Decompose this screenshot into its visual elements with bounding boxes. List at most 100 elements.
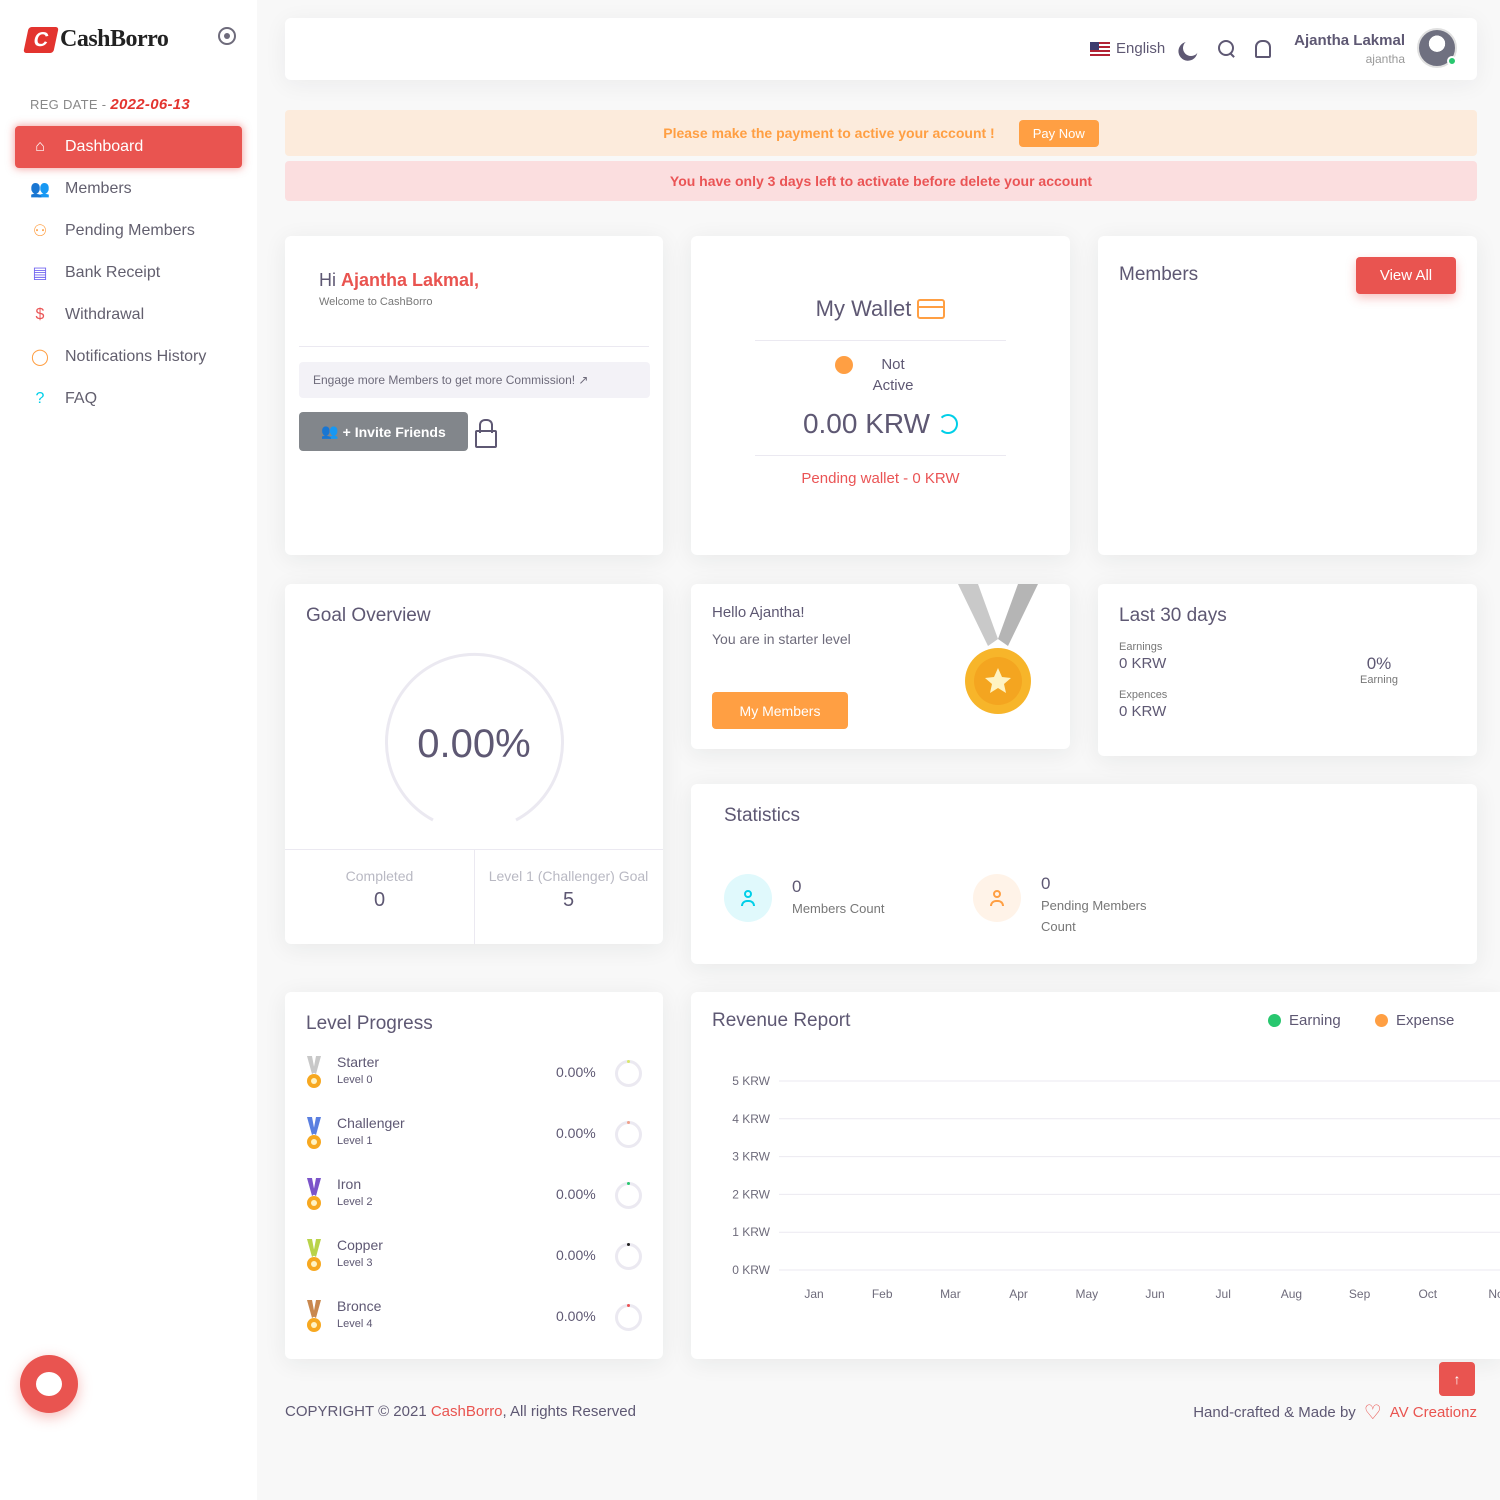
pending-members-label: Pending Members Count [1041, 898, 1147, 934]
refresh-icon[interactable] [938, 414, 959, 434]
greeting-name: Ajantha Lakmal, [341, 270, 480, 290]
members-count-label: Members Count [792, 901, 885, 916]
logo-mark-icon: C [23, 26, 59, 53]
invite-friends-button[interactable]: 👥 + Invite Friends [299, 412, 468, 451]
dark-mode-icon[interactable] [1181, 38, 1203, 60]
level-number: Level 1 [337, 1135, 373, 1147]
greeting: Hi Ajantha Lakmal, [319, 270, 479, 291]
sidebar-item-notifications-history[interactable]: ◯ Notifications History [15, 336, 242, 378]
chart-x-tick-label: Jun [1145, 1287, 1164, 1301]
goal-overview-card: Goal Overview 0.00% Completed 0 Level 1 … [285, 584, 663, 944]
medal-icon [958, 584, 1038, 714]
notification-bell-icon[interactable] [1251, 38, 1273, 60]
sidebar-item-bank-receipt[interactable]: ▤ Bank Receipt [15, 252, 242, 294]
user-handle: ajantha [1365, 52, 1405, 66]
sidebar: C CashBorro REG DATE - 2022-06-13 ⌂ Dashb… [0, 0, 257, 1500]
chart-x-tick-label: Oct [1418, 1287, 1437, 1301]
level-progress-card: Level Progress Starter Level 0 0.00% Challe… [285, 992, 663, 1359]
level-percent: 0.00% [556, 1125, 596, 1141]
expences-label: Expences [1119, 689, 1168, 701]
level-row: Iron Level 2 0.00% [306, 1176, 646, 1216]
maker-link[interactable]: AV Creationz [1390, 1404, 1477, 1421]
payment-alert-text: Please make the payment to active your a… [663, 125, 995, 141]
sidebar-item-label: Withdrawal [65, 306, 145, 323]
chat-widget-button[interactable] [20, 1355, 78, 1413]
goal-target-value: 5 [562, 889, 575, 911]
chart-x-tick-label: Feb [872, 1287, 893, 1301]
pay-now-button[interactable]: Pay Now [1018, 119, 1099, 147]
level-row: Bronce Level 4 0.00% [306, 1298, 646, 1338]
status-dot-icon [835, 356, 853, 374]
chart-y-tick-label: 1 KRW [732, 1225, 770, 1239]
user-menu[interactable]: Ajantha Lakmal ajantha [1294, 32, 1405, 66]
goal-target-label: Level 1 (Challenger) Goal [488, 868, 649, 884]
chart-x-tick-label: Apr [1009, 1287, 1028, 1301]
reg-date: REG DATE - 2022-06-13 [30, 96, 190, 113]
sidebar-item-withdrawal[interactable]: $ Withdrawal [15, 294, 242, 336]
sidebar-item-dashboard[interactable]: ⌂ Dashboard [15, 126, 242, 168]
users-icon: 👥 [30, 181, 50, 198]
arrow-up-icon: ↑ [1453, 1371, 1461, 1387]
level-percent: 0.00% [556, 1308, 596, 1324]
language-selector[interactable]: English [1090, 40, 1165, 57]
level-percent: 0.00% [556, 1247, 596, 1263]
chart-x-tick-label: Sep [1349, 1287, 1371, 1301]
footer-brand-link[interactable]: CashBorro [431, 1403, 503, 1420]
level-name: Starter [337, 1054, 380, 1070]
reg-date-label: REG DATE - [30, 97, 111, 112]
lock-icon [474, 419, 498, 448]
made-by-text: Hand-crafted & Made by [1193, 1404, 1356, 1421]
level-medal-icon [307, 1117, 321, 1149]
divider [299, 346, 649, 347]
sidebar-item-faq[interactable]: ? FAQ [15, 378, 242, 420]
sidebar-item-members[interactable]: 👥 Members [15, 168, 242, 210]
earning-percent-label: Earning [1360, 674, 1398, 686]
level-row: Challenger Level 1 0.00% [306, 1115, 646, 1155]
goal-completed-label: Completed [345, 868, 414, 884]
message-circle-icon: ◯ [31, 349, 49, 366]
statistics-title: Statistics [724, 805, 801, 826]
help-circle-icon: ? [35, 390, 45, 407]
reg-date-value: 2022-06-13 [110, 96, 191, 113]
scroll-to-top-button[interactable]: ↑ [1439, 1362, 1475, 1396]
toggle-sidebar-icon[interactable] [218, 27, 236, 45]
wallet-card: My Wallet Not Active 0.00 KRW Pending wa… [691, 236, 1070, 555]
level-number: Level 0 [337, 1074, 373, 1086]
wallet-title-text: My Wallet [815, 296, 912, 321]
level-hello-card: Hello Ajantha! You are in starter level … [691, 584, 1070, 749]
level-progress-ring [615, 1121, 642, 1148]
sidebar-item-label: FAQ [65, 390, 98, 407]
sidebar-item-label: Pending Members [65, 222, 195, 239]
goal-overview-title: Goal Overview [306, 605, 431, 626]
level-progress-ring [615, 1060, 642, 1087]
level-number: Level 4 [337, 1318, 373, 1330]
welcome-subtitle: Welcome to CashBorro [319, 296, 433, 308]
level-row: Starter Level 0 0.00% [306, 1054, 646, 1094]
view-all-button[interactable]: View All [1356, 257, 1456, 294]
sidebar-item-pending-members[interactable]: ⚇ Pending Members [15, 210, 242, 252]
user-full-name: Ajantha Lakmal [1294, 32, 1405, 49]
sidebar-item-label: Notifications History [65, 348, 207, 365]
last-30-days-card: Last 30 days Earnings 0 KRW Expences 0 K… [1098, 584, 1477, 756]
chart-y-tick-label: 4 KRW [732, 1112, 770, 1126]
earning-percent-value: 0% [1366, 654, 1392, 673]
chart-x-tick-label: Mar [940, 1287, 961, 1301]
home-icon: ⌂ [35, 138, 45, 155]
goal-percent: 0.00% [417, 722, 531, 766]
chart-x-tick-label: No [1488, 1287, 1500, 1301]
chart-x-tick-label: May [1075, 1287, 1098, 1301]
user-x-icon: ⚇ [32, 223, 48, 240]
earnings-value: 0 KRW [1119, 655, 1167, 672]
pending-members-value: 0 [1041, 874, 1051, 893]
brand-logo[interactable]: C CashBorro [23, 26, 169, 53]
search-icon[interactable] [1216, 38, 1238, 60]
credit-card-icon [917, 299, 946, 319]
chart-y-tick-label: 0 KRW [732, 1263, 770, 1277]
sidebar-nav: ⌂ Dashboard 👥 Members ⚇ Pending Members ▤ Bank … [15, 126, 242, 420]
avatar[interactable] [1417, 28, 1457, 68]
level-medal-icon [307, 1056, 321, 1088]
pending-wallet: Pending wallet - 0 KRW [801, 470, 960, 487]
sidebar-item-label: Dashboard [65, 138, 144, 155]
my-members-button[interactable]: My Members [712, 692, 848, 729]
divider [755, 455, 1006, 456]
